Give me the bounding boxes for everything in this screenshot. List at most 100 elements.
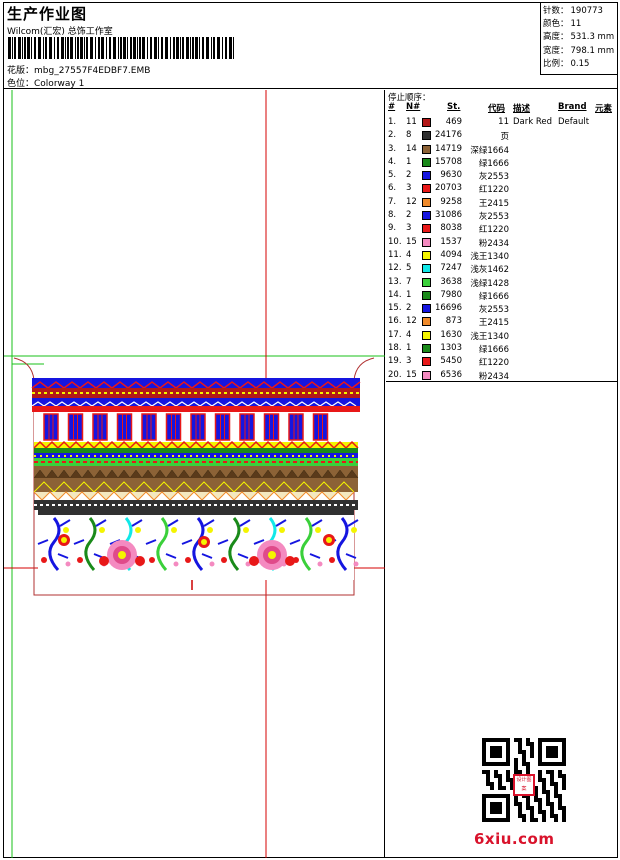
design-file-label: 花版： (7, 66, 35, 76)
row-stitches: 7247 (440, 263, 462, 274)
row-num: 4. (388, 156, 397, 167)
color-swatch (422, 211, 431, 221)
col-brand: Brand (558, 102, 587, 112)
row-num: 5. (388, 170, 397, 181)
sequence-row[interactable]: 14. 1 7980 绿1666 (386, 289, 617, 302)
sequence-row[interactable]: 13. 7 3638 浅绿1428 (386, 276, 617, 289)
row-stitches: 3638 (440, 276, 462, 287)
page-title: 生产作业图 (7, 5, 88, 23)
row-num: 6. (388, 183, 397, 194)
row-needle: 14 (406, 143, 417, 154)
stat-height: 高度： 531.3 mm (543, 32, 615, 43)
row-needle: 2 (406, 170, 412, 181)
sequence-row[interactable]: 11. 4 4094 浅王1340 (386, 249, 617, 262)
color-swatch (422, 330, 431, 340)
row-needle: 1 (406, 156, 412, 167)
stat-width: 宽度： 798.1 mm (543, 45, 615, 56)
row-num: 11. (388, 249, 402, 260)
row-stitches: 15708 (434, 156, 462, 167)
sequence-row[interactable]: 1. 11 469 11 Dark Red Default (386, 116, 617, 129)
color-swatch (422, 131, 431, 141)
row-code: 绿1666 (478, 291, 509, 302)
row-num: 8. (388, 210, 397, 221)
sequence-row[interactable]: 12. 5 7247 浅灰1462 (386, 262, 617, 275)
sequence-row[interactable]: 20. 15 6536 粉2434 (386, 369, 617, 382)
row-stitches: 16696 (434, 303, 462, 314)
row-stitches: 1303 (440, 343, 462, 354)
row-needle: 15 (406, 236, 417, 247)
row-num: 14. (388, 289, 402, 300)
row-code: 绿1666 (478, 345, 509, 356)
col-element: 元素 (595, 104, 613, 114)
row-stitches: 6536 (440, 369, 462, 380)
color-swatch (422, 277, 431, 287)
row-stitches: 24176 (434, 130, 462, 141)
row-code: 红1220 (478, 185, 509, 196)
sequence-table-body: 1. 11 469 11 Dark Red Default 2. 8 24176 页 3. 14 147… (386, 116, 617, 382)
row-code: 灰2553 (478, 305, 509, 316)
sequence-row[interactable]: 5. 2 9630 灰2553 (386, 169, 617, 182)
row-stitches: 9630 (440, 170, 462, 181)
row-needle: 4 (406, 329, 412, 340)
sequence-row[interactable]: 7. 12 9258 王2415 (386, 196, 617, 209)
row-needle: 1 (406, 289, 412, 300)
row-code: 王2415 (478, 318, 509, 329)
row-code: 王2415 (478, 198, 509, 209)
colorway-label: 色位： (7, 79, 35, 89)
sequence-table-header: # N# St. 代码 描述 Brand 元素 (386, 102, 617, 114)
sequence-row[interactable]: 6. 3 20703 红1220 (386, 182, 617, 195)
pattern-band-middle (33, 440, 359, 510)
design-file-line: 花版：mbg_27557F4EDBF7.EMB (7, 63, 150, 76)
sequence-row[interactable]: 9. 3 8038 红1220 (386, 222, 617, 235)
sequence-row[interactable]: 10. 15 1537 粉2434 (386, 236, 617, 249)
pattern-band-floral (37, 510, 359, 580)
row-needle: 3 (406, 183, 412, 194)
row-stitches: 873 (445, 316, 462, 327)
row-num: 7. (388, 196, 397, 207)
col-description: 描述 (513, 104, 531, 114)
sequence-row[interactable]: 2. 8 24176 页 (386, 129, 617, 142)
row-needle: 2 (406, 303, 412, 314)
row-needle: 5 (406, 263, 412, 274)
row-needle: 2 (406, 210, 412, 221)
row-num: 3. (388, 143, 397, 154)
sequence-row[interactable]: 15. 2 16696 灰2553 (386, 302, 617, 315)
row-description: Dark Red (513, 117, 553, 127)
row-num: 1. (388, 117, 397, 127)
color-swatch (422, 171, 431, 181)
sequence-row[interactable]: 17. 4 1630 浅王1340 (386, 329, 617, 342)
row-code: 浅灰1462 (470, 265, 509, 276)
sequence-row[interactable]: 3. 14 14719 深绿1664 (386, 143, 617, 156)
row-num: 19. (388, 356, 402, 367)
row-needle: 11 (406, 117, 417, 127)
col-code: 代码 (488, 104, 506, 114)
row-needle: 12 (406, 196, 417, 207)
design-file-name: mbg_27557F4EDBF7.EMB (34, 66, 151, 76)
row-stitches: 7980 (440, 289, 462, 300)
row-stitches: 31086 (434, 210, 462, 221)
sequence-row[interactable]: 19. 3 5450 红1220 (386, 355, 617, 368)
color-swatch (422, 197, 431, 207)
row-needle: 3 (406, 223, 412, 234)
row-code: 粉2434 (478, 371, 509, 382)
sequence-row[interactable]: 16. 12 873 王2415 (386, 315, 617, 328)
row-code: 浅王1340 (470, 331, 509, 342)
design-canvas[interactable] (4, 90, 385, 858)
row-code: 灰2553 (478, 172, 509, 183)
stat-colors: 颜色： 11 (543, 19, 582, 30)
row-needle: 15 (406, 369, 417, 380)
sequence-row[interactable]: 4. 1 15708 绿1666 (386, 156, 617, 169)
color-swatch (422, 357, 431, 367)
pattern-band-top (31, 378, 361, 412)
row-stitches: 20703 (434, 183, 462, 194)
sequence-row[interactable]: 18. 1 1303 绿1666 (386, 342, 617, 355)
pattern-band-columns (34, 412, 358, 442)
panel-divider (386, 381, 617, 382)
color-swatch (422, 144, 431, 154)
col-num: # (388, 102, 396, 112)
row-num: 13. (388, 276, 402, 287)
row-stitches: 9258 (440, 196, 462, 207)
row-stitches: 1537 (440, 236, 462, 247)
sequence-row[interactable]: 8. 2 31086 灰2553 (386, 209, 617, 222)
row-stitches: 1630 (440, 329, 462, 340)
